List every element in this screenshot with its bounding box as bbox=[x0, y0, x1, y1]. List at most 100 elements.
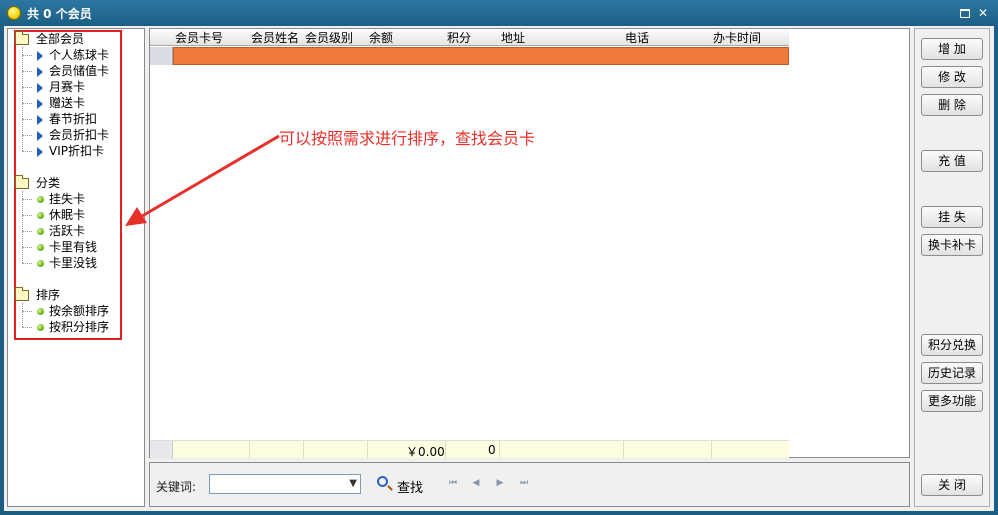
client-area: 全部会员 个人练球卡 会员储值卡 月赛卡 赠送卡 春节折扣 会员折扣卡 VIP折… bbox=[4, 26, 994, 511]
replace-card-button[interactable]: 换卡补卡 bbox=[921, 234, 983, 256]
maximize-icon bbox=[960, 9, 970, 18]
column-separator bbox=[303, 441, 304, 459]
maximize-button[interactable] bbox=[958, 6, 972, 20]
history-button[interactable]: 历史记录 bbox=[921, 362, 983, 384]
tree-connector bbox=[22, 263, 32, 264]
summary-row: ￥0.00 0 bbox=[150, 440, 789, 459]
edit-button[interactable]: 修 改 bbox=[921, 66, 983, 88]
tree-connector bbox=[22, 303, 23, 327]
status-dot-icon bbox=[37, 260, 44, 267]
play-icon bbox=[37, 131, 43, 141]
tree-item-label: 按积分排序 bbox=[49, 320, 110, 334]
status-dot-icon bbox=[37, 212, 44, 219]
next-page-icon[interactable]: ▶ bbox=[494, 477, 506, 489]
tree-connector bbox=[22, 311, 32, 312]
status-dot-icon bbox=[37, 308, 44, 315]
column-header[interactable]: 办卡时间 bbox=[713, 30, 761, 46]
close-window-button[interactable]: ✕ bbox=[976, 6, 990, 20]
tree-connector bbox=[22, 191, 23, 263]
tree-connector bbox=[22, 119, 32, 120]
folder-icon bbox=[15, 175, 29, 189]
folder-icon bbox=[15, 287, 29, 301]
table-row[interactable] bbox=[173, 47, 789, 65]
tree-item-label: 按余额排序 bbox=[49, 304, 110, 318]
prev-page-icon[interactable]: ◀ bbox=[470, 477, 482, 489]
column-separator bbox=[249, 441, 250, 459]
tree-item-label: VIP折扣卡 bbox=[49, 144, 104, 158]
play-icon bbox=[37, 67, 43, 77]
grid-header: 会员卡号 会员姓名 会员级别 余额 积分 地址 电话 办卡时间 bbox=[150, 29, 789, 46]
column-header[interactable]: 会员姓名 bbox=[251, 30, 299, 46]
member-tree: 全部会员 个人练球卡 会员储值卡 月赛卡 赠送卡 春节折扣 会员折扣卡 VIP折… bbox=[7, 28, 145, 507]
row-indicator[interactable] bbox=[150, 47, 173, 65]
row-indicator bbox=[150, 441, 173, 459]
play-icon bbox=[37, 83, 43, 93]
report-loss-button[interactable]: 挂 失 bbox=[921, 206, 983, 228]
window-title: 共 0 个会员 bbox=[27, 7, 92, 21]
tree-item-label: 月赛卡 bbox=[49, 80, 86, 94]
app-icon bbox=[7, 6, 21, 20]
search-button-label: 查找 bbox=[397, 481, 424, 496]
tree-connector bbox=[22, 151, 32, 152]
tree-group-label: 全部会员 bbox=[36, 32, 85, 46]
window-frame: 共 0 个会员 ✕ 全部会员 个人练球卡 会员储值卡 月赛卡 赠送卡 春节折扣 … bbox=[0, 0, 998, 515]
tree-connector bbox=[22, 87, 32, 88]
search-button[interactable]: 查找 bbox=[377, 474, 427, 496]
tree-connector bbox=[22, 231, 32, 232]
tree-item-label: 卡里没钱 bbox=[49, 256, 98, 270]
recharge-button[interactable]: 充 值 bbox=[921, 150, 983, 172]
column-separator bbox=[711, 441, 712, 459]
column-separator bbox=[623, 441, 624, 459]
keyword-select[interactable]: ▼ bbox=[209, 474, 361, 494]
tree-connector bbox=[22, 327, 32, 328]
annotation-arrow bbox=[125, 134, 280, 226]
column-separator bbox=[499, 441, 500, 459]
play-icon bbox=[37, 115, 43, 125]
column-header[interactable]: 会员卡号 bbox=[175, 30, 223, 46]
last-page-icon[interactable]: ⏭ bbox=[518, 477, 530, 489]
close-icon: ✕ bbox=[977, 6, 989, 20]
tree-item-label: 卡里有钱 bbox=[49, 240, 98, 254]
tree-connector bbox=[22, 55, 32, 56]
tree-connector bbox=[22, 215, 32, 216]
column-separator bbox=[445, 441, 446, 459]
keyword-label: 关键词: bbox=[156, 480, 197, 494]
column-separator bbox=[367, 441, 368, 459]
column-header[interactable]: 余额 bbox=[369, 30, 393, 46]
play-icon bbox=[37, 99, 43, 109]
more-functions-button[interactable]: 更多功能 bbox=[921, 390, 983, 412]
tree-connector bbox=[22, 135, 32, 136]
tree-item-label: 春节折扣 bbox=[49, 112, 98, 126]
status-dot-icon bbox=[37, 324, 44, 331]
column-header[interactable]: 积分 bbox=[447, 30, 471, 46]
column-header[interactable]: 地址 bbox=[501, 30, 525, 46]
folder-icon bbox=[15, 31, 29, 45]
points-redeem-button[interactable]: 积分兑换 bbox=[921, 334, 983, 356]
first-page-icon[interactable]: ⏮ bbox=[447, 477, 459, 489]
tree-connector bbox=[22, 247, 32, 248]
status-dot-icon bbox=[37, 196, 44, 203]
tree-item-label: 活跃卡 bbox=[49, 224, 86, 238]
annotation-text: 可以按照需求进行排序，查找会员卡 bbox=[279, 129, 536, 148]
tree-connector bbox=[22, 103, 32, 104]
delete-button[interactable]: 删 除 bbox=[921, 94, 983, 116]
title-bar: 共 0 个会员 ✕ bbox=[0, 0, 998, 26]
tree-connector bbox=[22, 199, 32, 200]
member-grid: 会员卡号 会员姓名 会员级别 余额 积分 地址 电话 办卡时间 可以按照需求进行… bbox=[149, 28, 910, 459]
chevron-down-icon: ▼ bbox=[349, 478, 357, 489]
tree-group-label: 分类 bbox=[36, 176, 61, 190]
search-bar: 关键词: ▼ 查找 ⏮ ◀ ▶ ⏭ bbox=[149, 462, 910, 507]
play-icon bbox=[37, 51, 43, 61]
column-header[interactable]: 会员级别 bbox=[305, 30, 353, 46]
column-header[interactable]: 电话 bbox=[625, 30, 649, 46]
action-panel: 增 加 修 改 删 除 充 值 挂 失 换卡补卡 积分兑换 历史记录 更多功能 … bbox=[914, 28, 990, 507]
tree-item-label: 休眠卡 bbox=[49, 208, 86, 222]
close-button[interactable]: 关 闭 bbox=[921, 474, 983, 496]
status-dot-icon bbox=[37, 228, 44, 235]
play-icon bbox=[37, 147, 43, 157]
tree-group-label: 排序 bbox=[36, 288, 61, 302]
tree-connector bbox=[22, 71, 32, 72]
tree-item-label: 会员折扣卡 bbox=[49, 128, 110, 142]
status-dot-icon bbox=[37, 244, 44, 251]
add-button[interactable]: 增 加 bbox=[921, 38, 983, 60]
